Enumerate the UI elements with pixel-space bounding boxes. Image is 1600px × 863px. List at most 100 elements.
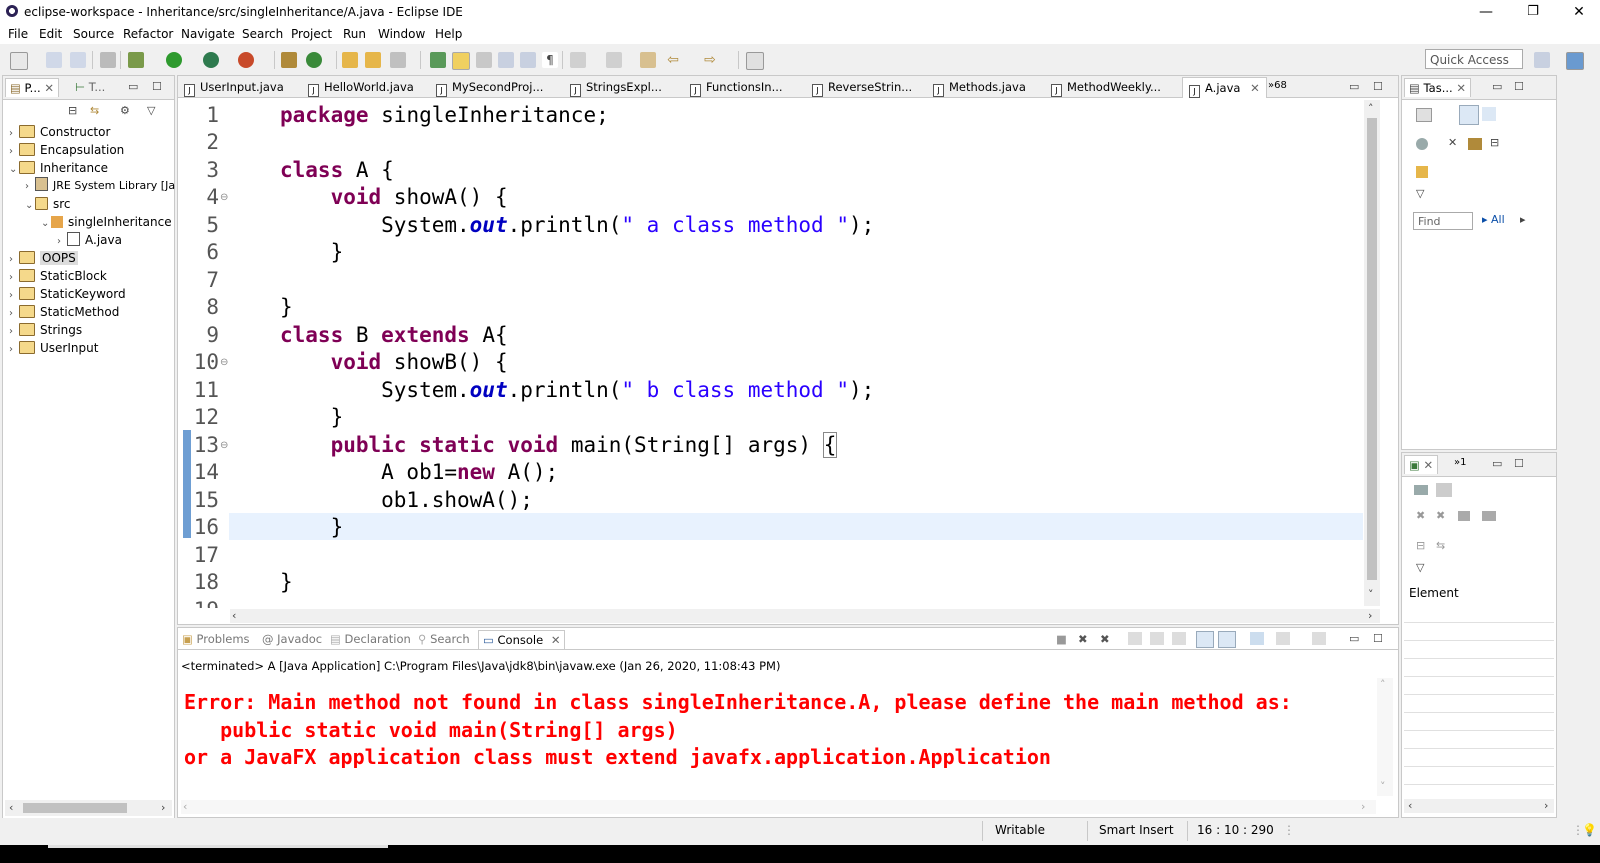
tab-task-list[interactable]: ▤ Tas... ✕ [1404,78,1471,97]
remove-all-icon[interactable]: ✖ [1436,509,1445,522]
minimize-view-icon[interactable]: ▭ [128,80,138,93]
debug-icon[interactable] [128,52,144,68]
close-button[interactable]: ✕ [1556,0,1600,24]
tab-userinput[interactable]: J UserInput.java [184,80,284,97]
editor-vscrollbar[interactable]: ˄ ˅ [1364,100,1380,606]
maximize-editor-icon[interactable]: ☐ [1373,80,1383,93]
menu-navigate[interactable]: Navigate [181,27,235,41]
tab-reversestrin[interactable]: J ReverseStrin... [812,80,912,97]
quick-access-input[interactable]: Quick Access [1425,49,1523,69]
mark-occurrences-icon[interactable] [452,52,470,70]
menu-edit[interactable]: Edit [39,27,62,41]
next-annotation-icon[interactable] [430,52,446,68]
fold-toggle-icon[interactable]: ⊖ [220,357,228,368]
tab-search[interactable]: ⚲ Search [418,632,470,646]
minimize-button[interactable]: — [1463,0,1509,24]
outline-tool-icon[interactable] [1414,485,1428,495]
fold-toggle-icon[interactable]: ⊖ [220,192,228,203]
tree-item-strings[interactable]: › Strings [9,321,82,339]
repository-icon[interactable] [1416,166,1428,178]
find-input[interactable]: Find [1413,212,1473,230]
tree-item-src[interactable]: ⌄ src [25,195,71,213]
tab-outline[interactable]: ▣ ✕ [1404,455,1439,474]
scroll-thumb[interactable] [1367,118,1377,580]
link-editor-icon[interactable]: ⇆ [90,104,99,117]
tree-item-oops[interactable]: › OOPS [9,249,78,267]
outline-hscrollbar[interactable]: ‹ › [1404,799,1554,813]
show-stdout-icon[interactable] [1196,631,1214,648]
coverage-icon[interactable] [203,52,219,68]
categorized-icon[interactable] [1459,105,1479,125]
menu-file[interactable]: File [8,27,28,41]
expand-icon[interactable]: ⊟ [1490,136,1499,149]
tab-functionsin[interactable]: J FunctionsIn... [690,80,783,97]
scroll-left-icon[interactable]: ‹ [9,801,13,814]
outline-tool-icon[interactable] [1482,511,1496,521]
scroll-up-icon[interactable]: ˄ [1368,102,1374,115]
view-menu-icon[interactable]: ▽ [1416,187,1424,200]
tree-item-constructor[interactable]: › Constructor [9,123,110,141]
tree-item-package[interactable]: ⌄ singleInheritance [41,213,172,231]
show-whitespace-icon[interactable] [498,52,514,68]
scheduled-icon[interactable] [1482,107,1496,121]
maximize-view-icon[interactable]: ☐ [152,80,162,93]
clear-console-icon[interactable] [1128,632,1142,645]
outline-overflow[interactable]: »1 [1454,457,1466,468]
console-vscrollbar[interactable]: ˄ ˅ [1377,678,1393,796]
filters-icon[interactable]: ⚙ [120,104,130,117]
tab-methodweekly[interactable]: J MethodWeekly... [1051,80,1161,97]
remove-all-launches-icon[interactable]: ✖ [1100,632,1110,646]
pilcrow-icon[interactable]: ¶ [542,52,558,68]
tab-problems[interactable]: ▣ Problems [182,632,250,646]
menu-help[interactable]: Help [435,27,462,41]
new-class-icon[interactable] [306,52,322,68]
new-icon[interactable] [10,52,28,70]
scroll-up-icon[interactable]: ˄ [1380,678,1386,691]
fold-toggle-icon[interactable]: ⊖ [220,440,228,451]
scroll-lock-icon[interactable] [1150,632,1164,645]
word-wrap-icon[interactable] [520,52,536,68]
tree-item-a-java[interactable]: › A.java [57,231,122,249]
tab-javadoc[interactable]: @ Javadoc [262,632,322,646]
scroll-right-icon[interactable]: › [161,801,165,814]
open-task-icon[interactable] [365,52,381,68]
tab-declaration[interactable]: ▤ Declaration [330,632,411,646]
tree-item-staticmethod[interactable]: › StaticMethod [9,303,119,321]
scroll-right-icon[interactable]: › [1368,609,1372,622]
console-hscrollbar[interactable]: ‹ › [181,800,1376,814]
next-edit-icon[interactable] [570,52,586,68]
run-icon[interactable] [166,52,182,68]
scroll-left-icon[interactable]: ‹ [1408,799,1412,812]
maximize-button[interactable]: ❐ [1510,0,1556,24]
tab-methods[interactable]: J Methods.java [933,80,1026,97]
tree-item-userinput[interactable]: › UserInput [9,339,98,357]
open-console-icon[interactable] [1312,632,1326,645]
tree-item-statickeyword[interactable]: › StaticKeyword [9,285,126,303]
menu-source[interactable]: Source [73,27,114,41]
display-console-icon[interactable] [1276,632,1290,645]
last-edit-location-icon[interactable] [640,52,656,68]
tab-stringsexpl[interactable]: J StringsExpl... [570,80,662,97]
new-task-icon[interactable] [1416,108,1432,122]
tree-item-encapsulation[interactable]: › Encapsulation [9,141,124,159]
pin-editor-icon[interactable] [746,52,764,70]
collapse-all-icon[interactable]: ⊟ [68,104,77,117]
remove-launch-icon[interactable]: ✖ [1078,632,1088,646]
back-arrow-icon[interactable]: ⇦ [665,52,681,68]
minimize-console-icon[interactable]: ▭ [1349,632,1359,645]
word-wrap-icon[interactable] [1172,632,1186,645]
explorer-hscrollbar[interactable]: ‹ › [5,800,172,816]
scroll-thumb[interactable] [23,803,127,813]
prev-edit-icon[interactable] [606,52,622,68]
view-menu-icon[interactable]: ▽ [1416,561,1424,574]
tip-lightbulb-icon[interactable]: 💡 [1582,823,1597,837]
maximize-view-icon[interactable]: ☐ [1514,80,1524,93]
focus-icon[interactable] [1416,138,1428,150]
tab-package-explorer[interactable]: ▤ P... ✕ [5,78,59,97]
minimize-editor-icon[interactable]: ▭ [1349,80,1359,93]
terminate-icon[interactable]: ■ [1056,632,1067,646]
all-filter-link[interactable]: ▸ All [1482,213,1505,226]
outline-tool-icon[interactable] [1436,483,1452,497]
save-icon[interactable] [46,52,62,68]
minimize-view-icon[interactable]: ▭ [1492,457,1502,470]
